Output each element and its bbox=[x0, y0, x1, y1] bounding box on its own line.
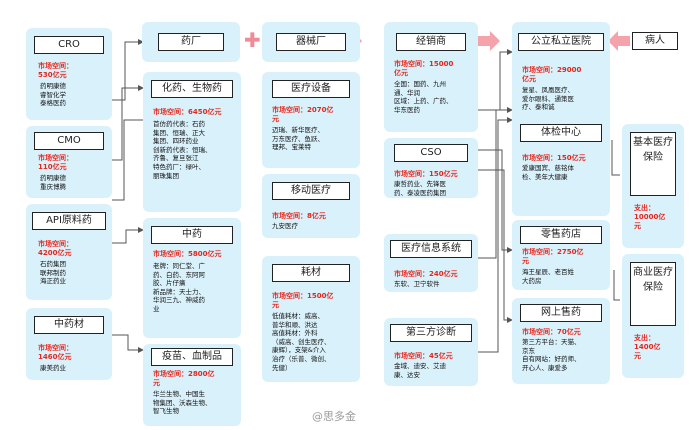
api-desc: 石药集团 联邦制药 海正药业 bbox=[40, 260, 66, 286]
mobile-box: 移动医疗 市场空间：8亿元 九安医疗 bbox=[262, 174, 360, 238]
online-title: 网上售药 bbox=[520, 304, 602, 322]
line-api-tcm bbox=[112, 227, 144, 244]
chem-desc: 首仿药代表：石药 集团、恒瑞、正大 集团、四环药业 创新药代表：恒瑞、 齐鲁、复… bbox=[153, 120, 212, 180]
patient-box: 病人 bbox=[632, 30, 680, 56]
cso-market: 市场空间：150亿元 bbox=[394, 170, 458, 178]
distributor-market: 市场空间：15000 亿元 bbox=[394, 60, 454, 77]
equipment-desc: 迈瑞、新华医疗、 万东医疗、鱼跃、 理邦、宝莱特 bbox=[272, 126, 324, 152]
hospital-box: 市场空间：29000 亿元 复星、凤凰医疗、 爱尔眼科、通策医 疗、泰和诚 体检… bbox=[512, 52, 610, 216]
commercial-insurance-box: 商业医疗保险 支出： 1400亿 元 bbox=[622, 254, 684, 378]
line-cro-pharma bbox=[112, 39, 144, 101]
vaccine-box: 疫苗、血制品 市场空间：2800亿 元 华兰生物、中国生 物集团、沃森生物、 智… bbox=[143, 344, 241, 426]
basic-insurance-box: 基本医疗保险 支出： 10000亿 元 bbox=[622, 124, 684, 248]
distributor-desc: 全国：国药、九州 通、华润 区域：上药、广药、 华东医药 bbox=[394, 80, 453, 114]
herb-market: 市场空间： 1460亿元 bbox=[38, 344, 73, 361]
cmo-box: CMO 市场空间： 110亿元 药明康德 重庆博腾 bbox=[26, 126, 112, 198]
line-his-hospital bbox=[478, 107, 513, 259]
line-comm-ins bbox=[613, 270, 620, 301]
mobile-title: 移动医疗 bbox=[272, 182, 350, 200]
mobile-desc: 九安医疗 bbox=[272, 222, 298, 230]
cmo-title: CMO bbox=[34, 132, 104, 150]
checkup-market: 市场空间：150亿元 bbox=[522, 154, 586, 162]
his-title: 医疗信息系统 bbox=[390, 240, 472, 258]
herb-box: 中药材 市场空间： 1460亿元 康美药业 bbox=[26, 308, 112, 380]
pharmacy-box: 零售药店 市场空间：2750亿 元 海王星辰、老百姓 大药房 bbox=[512, 220, 610, 290]
lab-desc: 金域、迪安、艾迪 康、达安 bbox=[394, 362, 446, 379]
distributor-box: 市场空间：15000 亿元 全国：国药、九州 通、华润 区域：上药、广药、 华东… bbox=[384, 52, 478, 132]
checkup-desc: 爱康国宾、慈铭体 检、美年大健康 bbox=[522, 164, 574, 181]
consumables-desc: 低值耗材：威高、 普华和顺、洪达 高值耗材：外科 （威高、创生医疗、 康辉），支… bbox=[272, 312, 331, 372]
online-desc: 第三方平台：天猫、 京东 自有网站：好药师、 开心人、康爱多 bbox=[522, 338, 581, 372]
tcm-market: 市场空间：5800亿元 bbox=[153, 250, 222, 258]
lab-title: 第三方诊断 bbox=[390, 324, 472, 342]
cso-desc: 康哲药业、先锋医 药、泰凌医药集团 bbox=[394, 180, 446, 197]
cmo-market: 市场空间： 110亿元 bbox=[38, 154, 73, 171]
checkup-title: 体检中心 bbox=[520, 124, 602, 142]
cso-box: CSO 市场空间：150亿元 康哲药业、先锋医 药、泰凌医药集团 bbox=[384, 138, 478, 198]
cro-market: 市场空间： 530亿元 bbox=[38, 62, 73, 79]
chem-market: 市场空间：6450亿元 bbox=[153, 108, 222, 116]
equipment-market: 市场空间：2070亿 元 bbox=[272, 106, 334, 123]
watermark: @思多金 bbox=[312, 410, 356, 423]
vaccine-market: 市场空间：2800亿 元 bbox=[153, 370, 215, 387]
device-header-box: 器械厂 bbox=[262, 22, 360, 62]
his-desc: 东软、卫宁软件 bbox=[394, 280, 440, 288]
pharmacy-desc: 海王星辰、老百姓 大药房 bbox=[522, 268, 574, 285]
plus-icon: ✚ bbox=[244, 28, 261, 52]
commercial-insurance-spend: 支出： 1400亿 元 bbox=[634, 334, 661, 360]
cro-box: CRO 市场空间： 530亿元 药明康德 睿智化学 泰格医药 bbox=[26, 28, 112, 120]
his-box: 医疗信息系统 市场空间：240亿元 东软、卫宁软件 bbox=[384, 234, 478, 292]
lab-box: 第三方诊断 市场空间：45亿元 金域、迪安、艾迪 康、达安 bbox=[384, 318, 478, 386]
cmo-desc: 药明康德 重庆博腾 bbox=[40, 174, 66, 191]
line-cmo-chem bbox=[112, 85, 144, 161]
line-basic-ins bbox=[611, 140, 620, 176]
chem-title: 化药、生物药 bbox=[151, 80, 233, 98]
line-dist-hospital bbox=[478, 49, 513, 111]
tcm-box: 中药 市场空间：5800亿元 老牌：同仁堂、广 药、白药、东阿阿 胶、片仔癀 新… bbox=[143, 218, 241, 338]
basic-insurance-title: 基本医疗保险 bbox=[630, 132, 676, 196]
his-market: 市场空间：240亿元 bbox=[394, 270, 458, 278]
hospital-market: 市场空间：29000 亿元 bbox=[522, 66, 582, 83]
api-title: API原料药 bbox=[32, 212, 106, 230]
cro-desc: 药明康德 睿智化学 泰格医药 bbox=[40, 82, 66, 108]
chem-box: 化药、生物药 市场空间：6450亿元 首仿药代表：石药 集团、恒瑞、正大 集团、… bbox=[143, 72, 241, 212]
consumables-title: 耗材 bbox=[272, 264, 350, 282]
pharmacy-title: 零售药店 bbox=[520, 226, 602, 244]
pharma-header-title: 药厂 bbox=[158, 33, 224, 51]
equipment-title: 医疗设备 bbox=[272, 80, 350, 98]
online-market: 市场空间：70亿元 bbox=[522, 328, 581, 336]
patient-title: 病人 bbox=[632, 32, 678, 50]
api-market: 市场空间： 4200亿元 bbox=[38, 240, 73, 257]
vaccine-desc: 华兰生物、中国生 物集团、沃森生物、 智飞生物 bbox=[153, 390, 212, 416]
api-box: API原料药 市场空间： 4200亿元 石药集团 联邦制药 海正药业 bbox=[26, 204, 112, 300]
pharmacy-market: 市场空间：2750亿 元 bbox=[522, 248, 584, 265]
tcm-desc: 老牌：同仁堂、广 药、白药、东阿阿 胶、片仔癀 新品牌：天士力、 华润三九、神威… bbox=[153, 262, 205, 313]
line-cso-online bbox=[478, 169, 513, 323]
hospital-header-title: 公立私立医院 bbox=[518, 33, 604, 51]
cso-title: CSO bbox=[394, 144, 468, 162]
herb-desc: 康美药业 bbox=[40, 364, 66, 372]
online-box: 网上售药 市场空间：70亿元 第三方平台：天猫、 京东 自有网站：好药师、 开心… bbox=[512, 298, 610, 384]
line-dist-pharmacy bbox=[478, 149, 513, 253]
arrow-distributor-hospital bbox=[478, 31, 500, 51]
equipment-box: 医疗设备 市场空间：2070亿 元 迈瑞、新华医疗、 万东医疗、鱼跃、 理邦、宝… bbox=[262, 72, 360, 168]
line-api-chem bbox=[112, 119, 143, 201]
hospital-desc: 复星、凤凰医疗、 爱尔眼科、通策医 疗、泰和诚 bbox=[522, 86, 574, 112]
consumables-box: 耗材 市场空间：1500亿 元 低值耗材：威高、 普华和顺、洪达 高值耗材：外科… bbox=[262, 256, 360, 382]
herb-title: 中药材 bbox=[34, 316, 104, 334]
tcm-title: 中药 bbox=[151, 226, 233, 244]
commercial-insurance-title: 商业医疗保险 bbox=[630, 262, 676, 326]
cro-title: CRO bbox=[34, 36, 104, 54]
line-lab-hospital bbox=[478, 117, 513, 353]
line-herb-vaccine bbox=[112, 334, 144, 353]
consumables-market: 市场空间：1500亿 元 bbox=[272, 292, 334, 309]
distributor-header-title: 经销商 bbox=[396, 33, 466, 51]
device-header-title: 器械厂 bbox=[276, 33, 346, 51]
lab-market: 市场空间：45亿元 bbox=[394, 352, 453, 360]
pharma-header-box: 药厂 bbox=[142, 22, 240, 62]
basic-insurance-spend: 支出： 10000亿 元 bbox=[634, 204, 666, 230]
mobile-market: 市场空间：8亿元 bbox=[272, 212, 326, 220]
vaccine-title: 疫苗、血制品 bbox=[151, 348, 233, 366]
arrow-patient-hospital bbox=[608, 31, 630, 51]
